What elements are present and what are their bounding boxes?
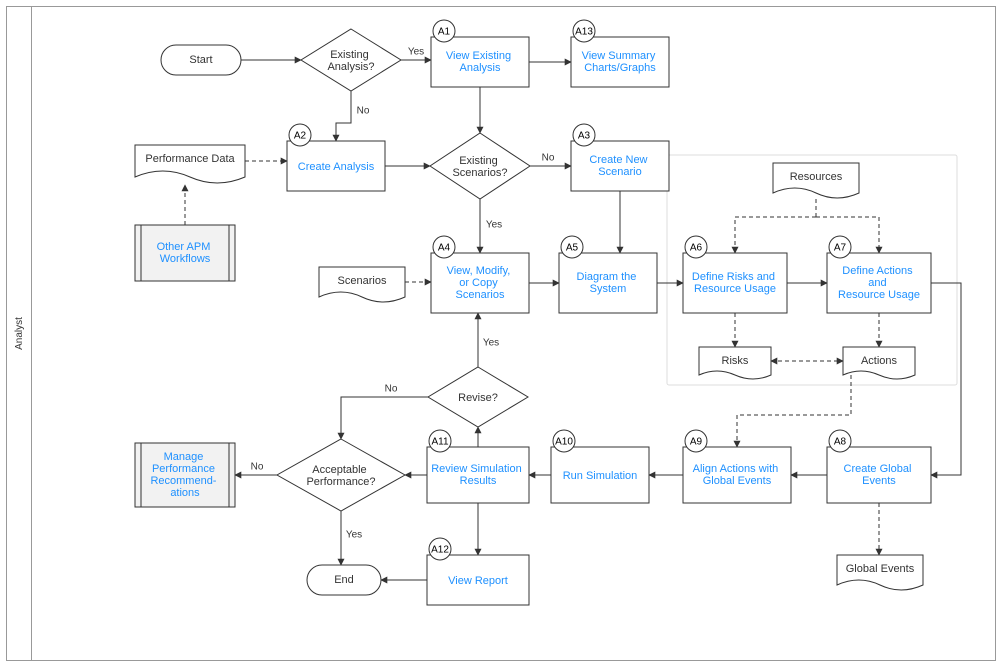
- svg-text:A9: A9: [690, 437, 703, 448]
- svg-text:Existing Scenarios?: Existing Scenarios?: [452, 155, 507, 179]
- label-no2: No: [542, 153, 555, 164]
- decision-revise: Revise?: [428, 367, 528, 427]
- svg-text:A5: A5: [566, 243, 579, 254]
- svg-text:A1: A1: [438, 27, 451, 38]
- svg-text:Risks: Risks: [722, 355, 749, 367]
- doc-resources: Resources: [773, 163, 859, 198]
- svg-text:Performance Data: Performance Data: [145, 153, 235, 165]
- link-A9[interactable]: Align Actions with Global Events: [693, 463, 782, 487]
- svg-text:End: End: [334, 574, 354, 586]
- edge-revise-accept: [341, 397, 428, 439]
- svg-text:Revise?: Revise?: [458, 392, 498, 404]
- link-A2[interactable]: Create Analysis: [298, 161, 375, 173]
- process-A8: Create Global Events A8: [827, 430, 931, 503]
- link-A6[interactable]: Define Risks and Resource Usage: [692, 271, 778, 295]
- svg-text:Resources: Resources: [790, 171, 843, 183]
- svg-text:A2: A2: [294, 131, 307, 142]
- edge-d1-a2: [336, 91, 351, 141]
- predefined-other-apm: Other APM Workflows: [135, 225, 235, 281]
- link-A12[interactable]: View Report: [448, 575, 508, 587]
- decision-acceptable: Acceptable Performance?: [277, 439, 405, 511]
- doc-scenarios: Scenarios: [319, 267, 405, 302]
- doc-actions: Actions: [843, 347, 915, 379]
- label-yes1: Yes: [408, 47, 424, 58]
- svg-text:A12: A12: [431, 545, 449, 556]
- svg-text:A4: A4: [438, 243, 451, 254]
- svg-text:A8: A8: [834, 437, 847, 448]
- label-no1: No: [357, 106, 370, 117]
- process-A3: Create New Scenario A3: [571, 124, 669, 191]
- process-A1: View Existing Analysis A1: [431, 20, 529, 87]
- doc-global-events: Global Events: [837, 555, 923, 590]
- svg-text:Global Events: Global Events: [846, 563, 915, 575]
- decision-text: Existing Analysis?: [327, 49, 374, 73]
- diagram-frame: Analyst Start Existing Analysis?: [6, 6, 996, 661]
- link-A3[interactable]: Create New Scenario: [589, 154, 650, 178]
- svg-text:A10: A10: [555, 437, 573, 448]
- link-other-apm[interactable]: Other APM Workflows: [157, 241, 214, 265]
- process-A9: Align Actions with Global Events A9: [683, 430, 791, 503]
- label-no3: No: [385, 384, 398, 395]
- svg-text:Actions: Actions: [861, 355, 898, 367]
- svg-text:Start: Start: [189, 54, 212, 66]
- label-yes4: Yes: [346, 530, 362, 541]
- process-A13: View Summary Charts/Graphs A13: [571, 20, 669, 87]
- doc-performance-data: Performance Data: [135, 145, 245, 183]
- label-yes3: Yes: [483, 338, 499, 349]
- start-terminator: Start: [161, 45, 241, 75]
- svg-text:A7: A7: [834, 243, 847, 254]
- svg-text:A13: A13: [575, 27, 593, 38]
- process-A5: Diagram the System A5: [559, 236, 657, 313]
- svg-text:A6: A6: [690, 243, 703, 254]
- process-A10: Run Simulation A10: [551, 430, 649, 503]
- process-A6: Define Risks and Resource Usage A6: [683, 236, 787, 313]
- svg-text:A11: A11: [431, 437, 448, 448]
- predefined-manage-recs: Manage Performance Recommend- ations: [135, 443, 235, 507]
- link-A10[interactable]: Run Simulation: [563, 470, 638, 482]
- decision-existing-scenarios: Existing Scenarios?: [430, 133, 530, 199]
- doc-risks: Risks: [699, 347, 771, 379]
- flowchart-canvas: Start Existing Analysis? View Existing A…: [31, 7, 997, 662]
- end-terminator: End: [307, 565, 381, 595]
- label-no4: No: [251, 462, 264, 473]
- edge-res-a6: [735, 217, 816, 253]
- svg-text:A3: A3: [578, 131, 591, 142]
- link-A13[interactable]: View Summary Charts/Graphs: [582, 50, 659, 74]
- swimlane-label-text: Analyst: [14, 317, 25, 350]
- svg-text:Scenarios: Scenarios: [338, 275, 387, 287]
- svg-text:Acceptable Performance: Acceptable Performance?: [306, 464, 375, 488]
- decision-existing-analysis: Existing Analysis?: [301, 29, 401, 91]
- swimlane-label: Analyst: [7, 7, 32, 660]
- label-yes2: Yes: [486, 220, 502, 231]
